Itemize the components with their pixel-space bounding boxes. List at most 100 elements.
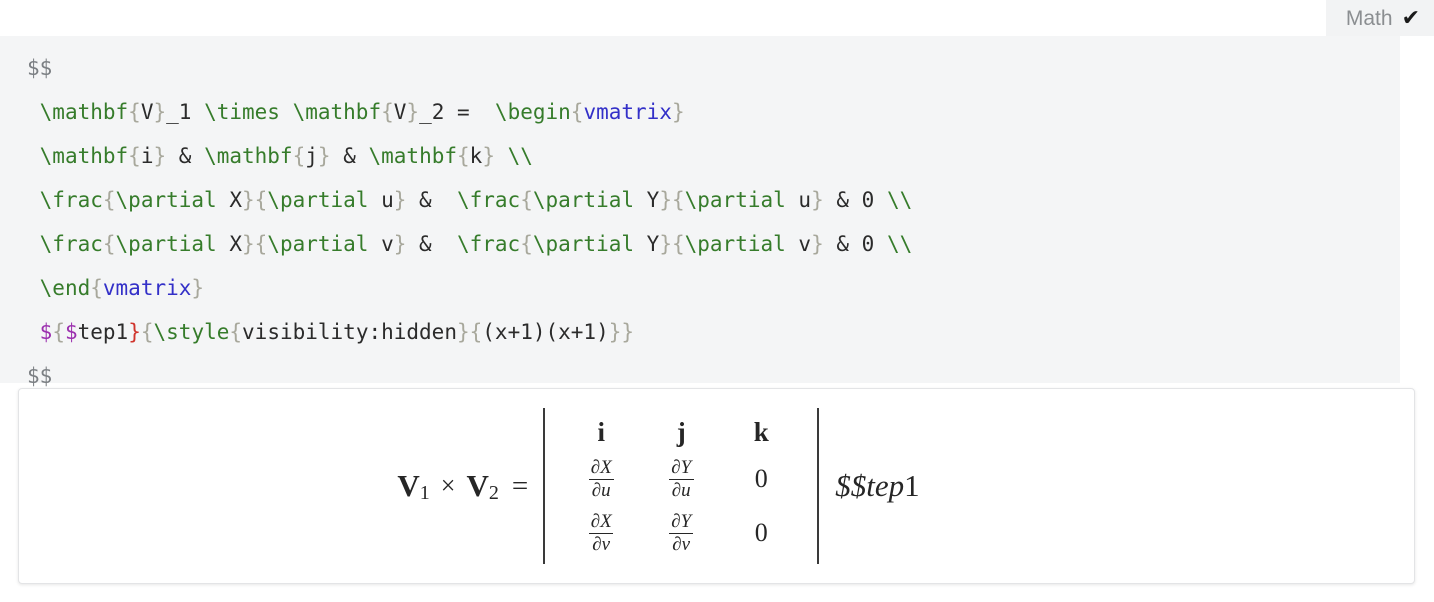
token-visibility-hidden: visibility:hidden bbox=[242, 320, 457, 344]
token-brace-open-3: { bbox=[570, 100, 584, 124]
fraction-dy-du: ∂Y ∂u bbox=[668, 456, 694, 501]
token-ampersand-1: & bbox=[166, 144, 205, 168]
token-partial: \partial bbox=[532, 188, 635, 212]
token-math-close: $$ bbox=[27, 364, 53, 388]
token-frac-2: \frac bbox=[456, 188, 521, 212]
fraction-denominator: ∂v bbox=[589, 532, 614, 555]
fraction-denominator: ∂u bbox=[588, 478, 614, 501]
token-brace-open: { bbox=[52, 320, 65, 344]
token-brace-close: } bbox=[393, 232, 407, 256]
token-brace-open-k: { bbox=[457, 144, 470, 168]
token-v1: V bbox=[140, 100, 154, 124]
fraction-numerator: ∂X bbox=[590, 456, 612, 478]
token-mathbf-i: \mathbf bbox=[39, 144, 129, 168]
matrix-cell-zero-u: 0 bbox=[754, 464, 768, 493]
matrix-cell-dy-du: ∂Y ∂u bbox=[641, 452, 721, 506]
token-brace-close: } bbox=[456, 320, 470, 344]
token-partial: \partial bbox=[684, 188, 786, 212]
token-ampersand: & bbox=[406, 232, 457, 256]
token-brace-close-error: } bbox=[128, 320, 141, 344]
code-line-7[interactable]: ${$tep1}{\style{visibility:hidden}{(x+1)… bbox=[0, 310, 1400, 354]
token-brace-open: { bbox=[469, 320, 483, 344]
fraction-numerator: ∂Y bbox=[671, 456, 692, 478]
token-hidden-expression: (x+1)(x+1) bbox=[482, 320, 609, 344]
token-partial: \partial bbox=[115, 188, 217, 212]
token-times: \times bbox=[204, 100, 280, 124]
vector-v2-subscript: 2 bbox=[488, 481, 499, 504]
token-var-x: X bbox=[216, 188, 242, 212]
code-line-1[interactable]: $$ bbox=[0, 46, 1400, 90]
token-frac: \frac bbox=[39, 232, 103, 256]
token-newline-row: \\ bbox=[494, 144, 533, 168]
code-line-4[interactable]: \frac{\partial X}{\partial u} & \frac{\p… bbox=[0, 178, 1400, 222]
token-inline-math-dollar-2: $ bbox=[64, 320, 78, 344]
matrix-cell-dx-dv: ∂X ∂v bbox=[561, 506, 641, 560]
equals-operator: = bbox=[511, 469, 529, 502]
token-k: k bbox=[469, 144, 483, 168]
token-brace-open-2: { bbox=[381, 100, 394, 124]
token-brace-open: { bbox=[520, 188, 533, 212]
trailing-dollars-tep: $$tep bbox=[835, 468, 905, 503]
token-brace-close-3: } bbox=[671, 100, 685, 124]
token-environment-vmatrix: vmatrix bbox=[102, 276, 192, 300]
token-brace-close: } bbox=[811, 232, 824, 256]
matrix-cell-dx-du: ∂X ∂u bbox=[561, 452, 641, 506]
vector-v2-symbol: V bbox=[466, 468, 489, 503]
token-brace-close: } bbox=[393, 188, 407, 212]
token-brace-close: } bbox=[241, 232, 255, 256]
token-brace-close: } bbox=[241, 188, 255, 212]
determinant-matrix: i j k ∂X ∂u ∂Y ∂u 0 ∂X ∂v ∂Y ∂v 0 bbox=[547, 408, 815, 564]
token-mathbf-2: \mathbf bbox=[279, 100, 382, 124]
token-subscript-1: _1 bbox=[166, 100, 205, 124]
matrix-row-basis: i j k bbox=[561, 412, 801, 452]
rendered-equation: V1 × V2 = i j k ∂X ∂u ∂Y ∂u 0 ∂X ∂v ∂Y ∂… bbox=[397, 408, 920, 564]
token-mathbf: \mathbf bbox=[39, 100, 129, 124]
token-math-open: $$ bbox=[27, 56, 53, 80]
token-partial: \partial bbox=[267, 188, 369, 212]
token-brace-close-k: } bbox=[482, 144, 495, 168]
code-line-2[interactable]: \mathbf{V}_1 \times \mathbf{V}_2 = \begi… bbox=[0, 90, 1400, 134]
fraction-dx-dv: ∂X ∂v bbox=[588, 510, 615, 555]
token-brace-close: } bbox=[191, 276, 205, 300]
token-zero-cell: & 0 bbox=[823, 188, 887, 212]
latex-source-editor[interactable]: $$ \mathbf{V}_1 \times \mathbf{V}_2 = \b… bbox=[0, 36, 1400, 388]
token-brace-open-i: { bbox=[128, 144, 141, 168]
matrix-cell-i: i bbox=[597, 416, 605, 447]
fraction-denominator: ∂v bbox=[669, 532, 694, 555]
token-partial: \partial bbox=[684, 232, 786, 256]
token-frac-2: \frac bbox=[456, 232, 521, 256]
token-brace-close-2: } bbox=[406, 100, 420, 124]
token-brace-open: { bbox=[229, 320, 243, 344]
token-brace-open: { bbox=[254, 188, 268, 212]
math-mode-label: Math bbox=[1345, 6, 1393, 30]
token-var-u: u bbox=[368, 188, 394, 212]
fraction-numerator: ∂X bbox=[590, 510, 612, 532]
token-var-x: X bbox=[216, 232, 242, 256]
token-var-v: v bbox=[368, 232, 394, 256]
code-line-6[interactable]: \end{vmatrix} bbox=[0, 266, 1400, 310]
vector-v1-symbol: V bbox=[397, 468, 420, 503]
matrix-cell-dy-dv: ∂Y ∂v bbox=[641, 506, 721, 560]
math-mode-badge[interactable]: Math ✔ bbox=[1325, 0, 1434, 36]
token-brace-close: } bbox=[659, 188, 672, 212]
fraction-dx-du: ∂X ∂u bbox=[588, 456, 615, 501]
fraction-denominator: ∂u bbox=[668, 478, 694, 501]
matrix-cell-zero-v: 0 bbox=[754, 518, 768, 547]
token-brace-close: } bbox=[608, 320, 622, 344]
token-brace-open: { bbox=[102, 188, 116, 212]
token-brace-close-i: } bbox=[153, 144, 167, 168]
code-line-3[interactable]: \mathbf{i} & \mathbf{j} & \mathbf{k} \\ bbox=[0, 134, 1400, 178]
code-line-5[interactable]: \frac{\partial X}{\partial v} & \frac{\p… bbox=[0, 222, 1400, 266]
token-v2: V bbox=[393, 100, 407, 124]
matrix-right-delimiter bbox=[817, 408, 820, 564]
token-var-v-2: v bbox=[785, 232, 812, 256]
token-partial: \partial bbox=[267, 232, 369, 256]
token-brace-open: { bbox=[671, 232, 685, 256]
token-brace-open: { bbox=[102, 232, 116, 256]
token-var-y: Y bbox=[634, 188, 660, 212]
token-brace-open: { bbox=[520, 232, 533, 256]
token-begin: \begin bbox=[494, 100, 571, 124]
fraction-dy-dv: ∂Y ∂v bbox=[668, 511, 694, 555]
token-brace-close: } bbox=[621, 320, 635, 344]
token-brace-close: } bbox=[153, 100, 167, 124]
